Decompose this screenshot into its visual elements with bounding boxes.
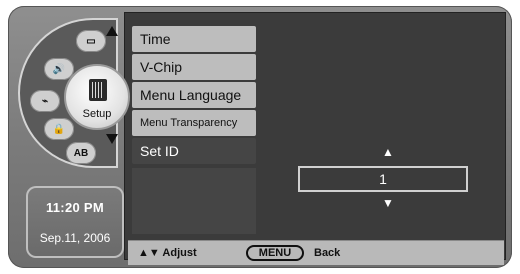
set-id-up-icon[interactable]: ▲ — [382, 145, 394, 159]
menu-item-menu-transparency[interactable]: Menu Transparency — [132, 110, 256, 136]
clock-date: Sep.11, 2006 — [39, 231, 111, 245]
menu-item-set-id[interactable]: Set ID — [132, 138, 256, 164]
menu-item-v-chip[interactable]: V-Chip — [132, 54, 256, 80]
menu-button[interactable]: MENU — [246, 245, 304, 261]
menu-wheel[interactable]: ▭ 🔊 ⌁ 🔒 AB Setup — [18, 18, 130, 168]
set-id-value[interactable]: 1 — [298, 166, 468, 192]
clock-time: 11:20 PM — [45, 200, 105, 215]
setup-hub[interactable]: Setup — [64, 64, 130, 130]
clock-widget: 11:20 PM Sep.11, 2006 — [26, 186, 124, 258]
setup-menu: Time V-Chip Menu Language Menu Transpare… — [132, 26, 256, 166]
channel-icon[interactable]: ⌁ — [30, 90, 60, 112]
menu-item-time[interactable]: Time — [132, 26, 256, 52]
picture-icon[interactable]: ▭ — [76, 30, 106, 52]
menu-item-menu-language[interactable]: Menu Language — [132, 82, 256, 108]
lock-icon[interactable]: 🔒 — [44, 118, 74, 140]
setup-label: Setup — [82, 108, 112, 120]
input-icon[interactable]: AB — [66, 142, 96, 164]
menu-empty-area — [132, 168, 256, 234]
setup-icon — [89, 79, 107, 101]
set-id-down-icon[interactable]: ▼ — [382, 196, 394, 210]
wheel-up-arrow[interactable] — [106, 26, 118, 36]
wheel-down-arrow[interactable] — [106, 134, 118, 144]
footer-bar: ▲▼ Adjust MENU Back — [128, 240, 504, 265]
back-hint: Back — [314, 247, 341, 259]
adjust-hint: ▲▼ Adjust — [138, 247, 197, 259]
